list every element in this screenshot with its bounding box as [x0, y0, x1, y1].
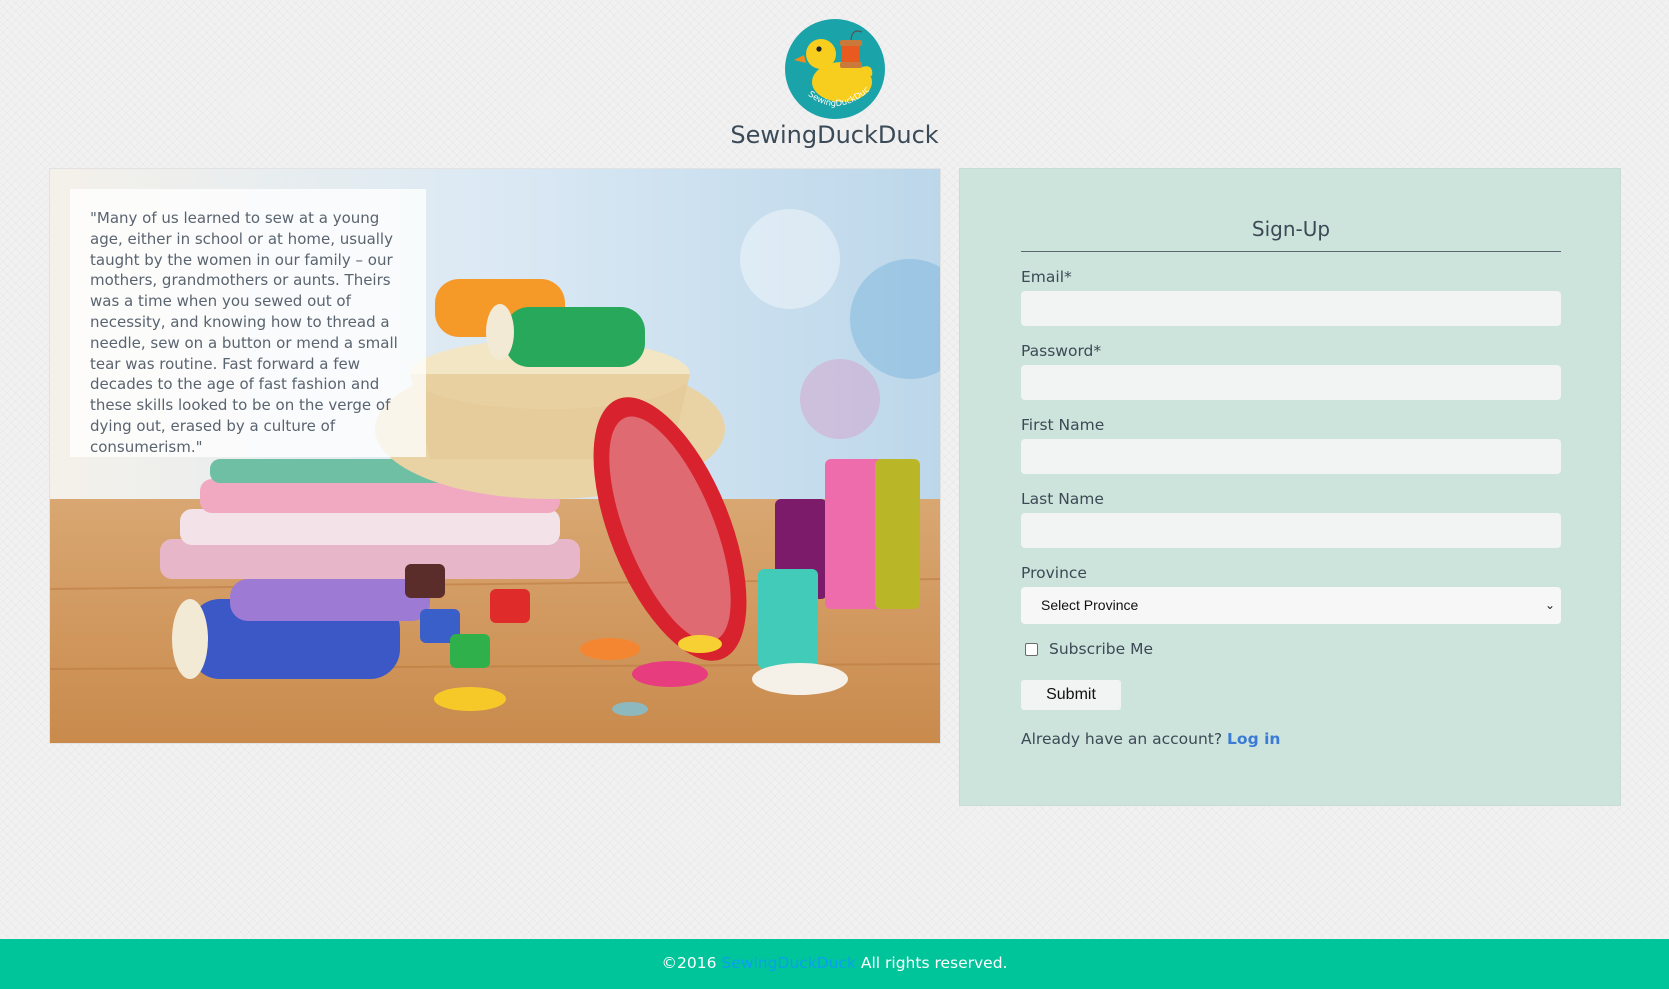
last-name-label: Last Name: [1021, 490, 1104, 508]
subscribe-checkbox[interactable]: [1025, 642, 1038, 656]
copyright-text: ©2016: [661, 954, 717, 972]
province-selected-value: Select Province: [1041, 597, 1139, 613]
chevron-down-icon: ⌄: [1544, 598, 1555, 612]
first-name-field[interactable]: [1021, 439, 1561, 474]
brand-logo[interactable]: SewingDuckDuck: [781, 11, 886, 120]
login-prompt: Already have an account?: [1021, 730, 1223, 748]
footer: ©2016 SewingDuckDuck All rights reserved…: [0, 939, 1669, 989]
quote-box: "Many of us learned to sew at a young ag…: [70, 189, 426, 457]
login-link[interactable]: Log in: [1227, 730, 1280, 748]
first-name-label: First Name: [1021, 416, 1105, 434]
form-title: Sign-Up: [1021, 217, 1561, 252]
signup-panel: Sign-Up Email* Password* First Name Last…: [959, 168, 1621, 806]
submit-button[interactable]: Submit: [1021, 680, 1121, 710]
quote-text: "Many of us learned to sew at a young ag…: [90, 209, 398, 456]
subscribe-row: Subscribe Me: [1021, 639, 1561, 659]
province-label: Province: [1021, 564, 1087, 582]
password-field[interactable]: [1021, 365, 1561, 400]
province-select[interactable]: Select Province ⌄: [1021, 587, 1561, 624]
login-prompt-row: Already have an account? Log in: [1021, 730, 1561, 748]
email-label: Email*: [1021, 268, 1072, 286]
email-field[interactable]: [1021, 291, 1561, 326]
hero-image: "Many of us learned to sew at a young ag…: [49, 168, 941, 744]
rights-text: All rights reserved.: [860, 954, 1008, 972]
subscribe-label: Subscribe Me: [1049, 640, 1153, 658]
brand-name: SewingDuckDuck: [730, 121, 939, 149]
last-name-field[interactable]: [1021, 513, 1561, 548]
password-label: Password*: [1021, 342, 1102, 360]
duck-logo-icon: SewingDuckDuck: [781, 11, 885, 119]
footer-brand-link[interactable]: SewingDuckDuck: [721, 954, 856, 972]
signup-form: Sign-Up Email* Password* First Name Last…: [1021, 217, 1561, 748]
brand-header: SewingDuckDuck SewingDuckDuck: [0, 11, 1669, 150]
